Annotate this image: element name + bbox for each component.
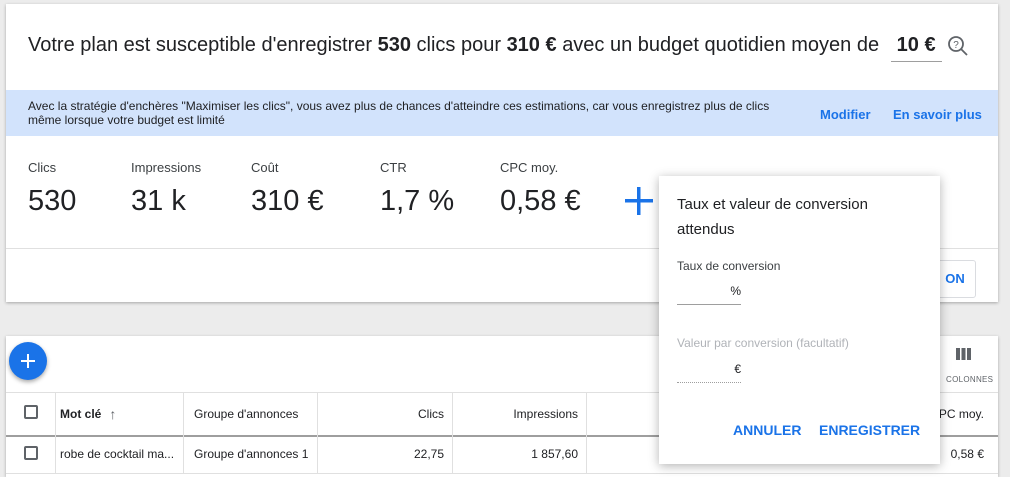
header-impressions[interactable]: Impressions xyxy=(453,393,587,435)
add-keyword-button[interactable] xyxy=(9,342,47,380)
plus-icon xyxy=(21,354,35,368)
select-all-cell xyxy=(6,393,56,435)
svg-text:?: ? xyxy=(953,40,959,51)
conversion-rate-input[interactable]: % xyxy=(677,284,741,305)
metric-clicks: Clics 530 xyxy=(28,160,76,218)
row-clicks: 22,75 xyxy=(318,435,453,473)
conversion-value-input[interactable]: € xyxy=(677,362,741,383)
columns-icon[interactable] xyxy=(954,346,974,362)
row-select-cell xyxy=(6,435,56,473)
header-clicks[interactable]: Clics xyxy=(318,393,453,435)
metric-cost: Coût 310 € xyxy=(251,160,324,218)
euro-unit: € xyxy=(734,362,741,376)
modify-link[interactable]: Modifier xyxy=(820,107,871,122)
help-search-icon[interactable]: ? xyxy=(946,34,970,58)
header-keyword[interactable]: Mot clé ↑ xyxy=(56,393,184,435)
daily-budget-input[interactable]: 10 € xyxy=(890,34,942,62)
metric-impressions: Impressions 31 k xyxy=(131,160,201,218)
learn-more-link[interactable]: En savoir plus xyxy=(893,107,982,122)
add-metric-icon[interactable] xyxy=(622,184,656,218)
headline-middle: clics pour xyxy=(416,34,501,56)
header-ad-group[interactable]: Groupe d'annonces xyxy=(184,393,318,435)
metric-value: 0,58 € xyxy=(500,185,581,217)
conversion-rate-label: Taux de conversion xyxy=(677,259,781,273)
headline-suffix: avec un budget quotidien moyen de xyxy=(562,34,880,56)
row-keyword[interactable]: robe de cocktail ma... xyxy=(56,435,184,473)
conversion-popup: Taux et valeur de conversion attendus Ta… xyxy=(659,176,940,464)
banner-text: Avec la stratégie d'enchères "Maximiser … xyxy=(28,99,770,127)
headline-clicks: 530 xyxy=(377,34,411,56)
save-button[interactable]: ENREGISTRER xyxy=(819,422,920,438)
row-ad-group[interactable]: Groupe d'annonces 1 xyxy=(184,435,318,473)
metric-value: 310 € xyxy=(251,185,324,217)
conversion-value-label: Valeur par conversion (facultatif) xyxy=(677,336,849,350)
cancel-button[interactable]: ANNULER xyxy=(733,422,801,438)
metric-label: CTR xyxy=(380,160,407,175)
headline-cost: 310 € xyxy=(506,34,557,56)
headline-prefix: Votre plan est susceptible d'enregistrer xyxy=(28,34,373,56)
bid-strategy-banner: Avec la stratégie d'enchères "Maximiser … xyxy=(6,90,998,136)
metric-value: 1,7 % xyxy=(380,185,455,217)
metric-cpc: CPC moy. 0,58 € xyxy=(500,160,581,218)
metric-value: 31 k xyxy=(131,185,186,217)
forecast-headline: Votre plan est susceptible d'enregistrer… xyxy=(28,34,942,62)
row-checkbox[interactable] xyxy=(24,446,38,460)
sort-arrow-up-icon: ↑ xyxy=(109,406,117,422)
select-all-checkbox[interactable] xyxy=(24,405,38,419)
metric-label: Impressions xyxy=(131,160,202,175)
metric-label: Coût xyxy=(251,160,279,175)
popup-title: Taux et valeur de conversion attendus xyxy=(677,196,868,238)
metric-label: Clics xyxy=(28,160,57,175)
partial-button[interactable]: ON xyxy=(934,260,976,298)
metric-value: 530 xyxy=(28,185,77,217)
metric-label: CPC moy. xyxy=(500,160,559,175)
header-keyword-label: Mot clé xyxy=(60,407,102,421)
percent-unit: % xyxy=(730,284,741,298)
metric-ctr: CTR 1,7 % xyxy=(380,160,454,218)
row-impressions: 1 857,60 xyxy=(453,435,587,473)
columns-label[interactable]: COLONNES xyxy=(946,375,993,384)
